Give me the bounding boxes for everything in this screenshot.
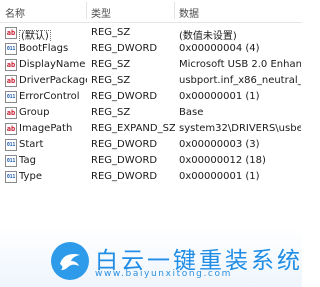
value-type: REG_DWORD [91, 139, 158, 150]
string-value-icon: ab [5, 27, 17, 39]
value-data: 0x00000001 (1) [179, 91, 260, 102]
binary-value-icon: 011 [5, 155, 17, 167]
value-name: (默认) [19, 30, 51, 42]
value-name: Type [19, 171, 42, 182]
column-type-header[interactable]: 类型 [91, 5, 111, 20]
column-divider[interactable] [86, 2, 87, 19]
value-data: Base [179, 107, 204, 118]
value-type: REG_DWORD [91, 155, 158, 166]
column-data-header[interactable]: 数据 [179, 5, 199, 20]
registry-value-row[interactable]: 011 Tag REG_DWORD 0x00000012 (18) [0, 153, 302, 169]
value-name: DisplayName [19, 59, 86, 70]
value-data: 0x00000001 (1) [179, 171, 260, 182]
value-name: BootFlags [19, 43, 69, 54]
watermark-banner: 白云一键重装系统 www.baiyunxitong.com [0, 228, 302, 287]
bird-logo-icon [51, 242, 89, 280]
value-type: REG_SZ [91, 75, 131, 86]
binary-value-icon: 011 [5, 91, 17, 103]
value-type: REG_EXPAND_SZ [91, 123, 175, 134]
value-data: 0x00000003 (3) [179, 139, 260, 150]
string-value-icon: ab [5, 123, 17, 135]
value-name: Group [19, 107, 50, 118]
registry-value-row[interactable]: 011 ErrorControl REG_DWORD 0x00000001 (1) [0, 89, 302, 105]
binary-value-icon: 011 [5, 171, 17, 183]
column-name-header[interactable]: 名称 [5, 5, 25, 20]
registry-value-row[interactable]: ab DisplayName REG_SZ Microsoft USB 2.0 Enh… [0, 57, 302, 73]
column-divider[interactable] [174, 2, 175, 19]
registry-value-row[interactable]: 011 Start REG_DWORD 0x00000003 (3) [0, 137, 302, 153]
registry-value-row[interactable]: 011 BootFlags REG_DWORD 0x00000004 (4) [0, 41, 302, 57]
value-name: Tag [19, 155, 36, 166]
binary-value-icon: 011 [5, 43, 17, 55]
value-type: REG_SZ [91, 59, 131, 70]
value-data: 0x00000012 (18) [179, 155, 266, 166]
registry-value-row[interactable]: abDriverPackageId REG_SZ usbport.inf_x86_n… [0, 73, 302, 89]
string-value-icon: ab [5, 59, 17, 71]
value-type: REG_DWORD [91, 171, 158, 182]
value-type: REG_SZ [91, 27, 131, 38]
binary-value-icon: 011 [5, 139, 17, 151]
value-data: Microsoft USB 2.0 Enhanced [179, 59, 301, 70]
registry-value-row[interactable]: ab ImagePath REG_EXPAND_SZ system32\DRIVERS… [0, 121, 302, 137]
registry-value-row[interactable]: ab Group REG_SZ Base [0, 105, 302, 121]
value-data: usbport.inf_x86_neutral_ba59 [179, 75, 301, 86]
column-header: 名称 类型 数据 [0, 0, 302, 23]
value-name: Start [19, 139, 44, 150]
string-value-icon: ab [5, 107, 17, 119]
value-data: system32\DRIVERS\usbehci.s [179, 123, 301, 134]
value-name: ErrorControl [19, 91, 80, 102]
string-value-icon: ab [5, 75, 17, 87]
value-name: ImagePath [19, 123, 73, 134]
value-type: REG_DWORD [91, 43, 158, 54]
value-type: REG_DWORD [91, 91, 158, 102]
value-name: DriverPackageId [19, 75, 87, 86]
value-data: 0x00000004 (4) [179, 43, 260, 54]
registry-value-row[interactable]: ab (默认) REG_SZ (数值未设置) [0, 25, 302, 42]
watermark-url: www.baiyunxitong.com [95, 269, 232, 279]
value-type: REG_SZ [91, 107, 131, 118]
value-data: (数值未设置) [179, 31, 237, 42]
registry-value-row[interactable]: 011 Type REG_DWORD 0x00000001 (1) [0, 169, 302, 185]
